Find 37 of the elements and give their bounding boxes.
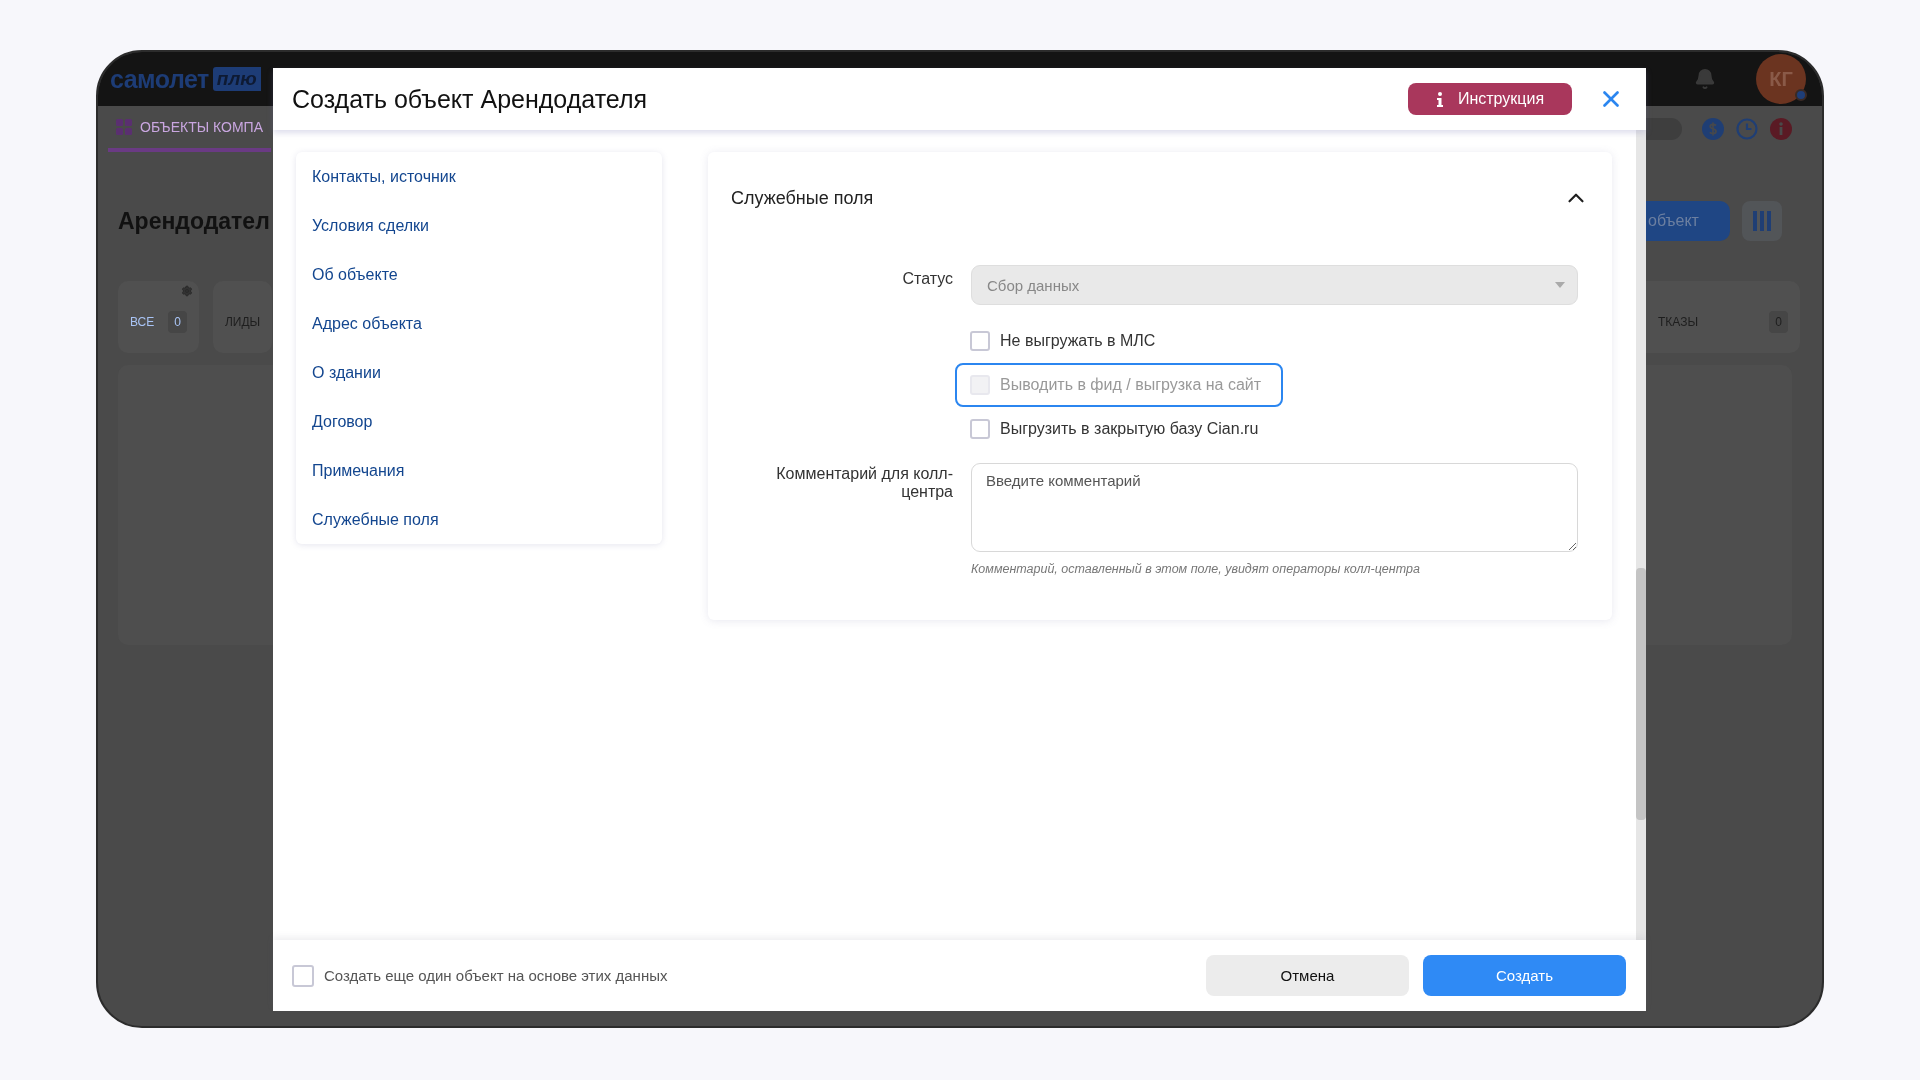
nav-link[interactable]: Служебные поля [312, 495, 646, 544]
info-icon [1435, 91, 1444, 107]
instruction-button[interactable]: Инструкция [1408, 83, 1572, 115]
page-title: Арендодател [118, 207, 270, 235]
filter-card[interactable]: ВСЕ 0 [118, 281, 199, 353]
checkbox-option[interactable]: Выгрузить в закрытую базу Cian.ru [955, 407, 1281, 451]
checkbox-option[interactable]: Не выгружать в МЛС [955, 319, 1178, 363]
checkbox[interactable] [970, 331, 990, 351]
section-title: Служебные поля [731, 187, 874, 209]
checkbox[interactable] [292, 964, 314, 987]
cancel-button[interactable]: Отмена [1206, 955, 1409, 996]
grid-icon [116, 119, 132, 135]
bell-icon[interactable] [1694, 68, 1716, 90]
nav-link[interactable]: Адрес объекта [312, 299, 646, 348]
repeat-checkbox-option[interactable]: Создать еще один объект на основе этих данных [292, 964, 1206, 987]
nav-link[interactable]: Об объекте [312, 250, 646, 299]
nav-link[interactable]: Условия сделки [312, 201, 646, 250]
info-icon[interactable] [1770, 118, 1792, 140]
nav-link[interactable]: Договор [312, 397, 646, 446]
field-hint: Комментарий, оставленный в этом поле, увидят операторы колл-центра [971, 562, 1421, 576]
columns-button[interactable] [1742, 201, 1782, 241]
clock-icon[interactable] [1736, 118, 1758, 140]
scrollbar[interactable] [1636, 130, 1646, 940]
nav-tab[interactable]: ОБЪЕКТЫ КОМПА [108, 106, 271, 152]
nav-link[interactable]: Контакты, источник [312, 152, 646, 201]
caret-icon [1555, 282, 1565, 288]
checkbox[interactable] [970, 419, 990, 439]
dollar-icon[interactable] [1702, 118, 1724, 140]
comment-field[interactable]: Введите комментарий [971, 463, 1578, 552]
field-label: Статус [901, 269, 954, 289]
logo: самолет плю [110, 64, 261, 94]
dialog-title: Создать объект Арендодателя [292, 84, 649, 114]
gear-icon[interactable] [180, 285, 193, 297]
field-label: Комментарий для колл-центра [775, 464, 954, 502]
columns-icon [1753, 211, 1771, 231]
nav-link[interactable]: Примечания [312, 446, 646, 495]
nav-link[interactable]: О здании [312, 348, 646, 397]
